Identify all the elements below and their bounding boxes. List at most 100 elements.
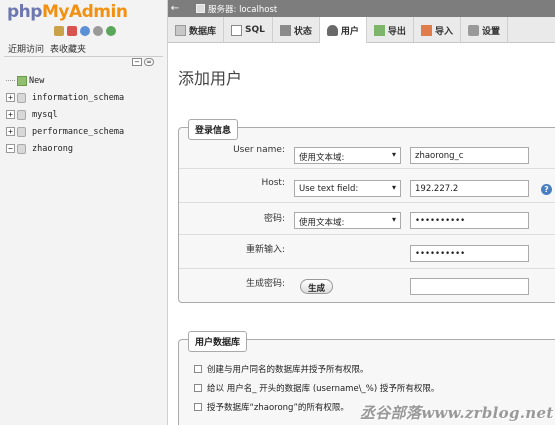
users-icon	[326, 24, 338, 36]
repeat-password-input[interactable]: ••••••••••	[410, 245, 529, 262]
collapse-icon[interactable]: −	[6, 144, 15, 153]
dropdown-arrow-icon: ▾	[391, 183, 396, 192]
tab-sql[interactable]: SQL	[224, 17, 273, 43]
tab-label: 导入	[434, 26, 453, 37]
tree-item-label[interactable]: New	[29, 76, 44, 86]
option-create-db[interactable]: 创建与用户同名的数据库并授予所有权限。	[194, 363, 369, 375]
collapse-all-icon[interactable]: −	[132, 58, 142, 66]
server-name[interactable]: 服务器: localhost	[208, 3, 277, 15]
host-type-select[interactable]: Use text field: ▾	[294, 180, 401, 197]
server-breadcrumb-bar: ← 服务器: localhost	[168, 0, 555, 17]
checkbox[interactable]	[194, 384, 202, 392]
home-icon[interactable]	[54, 26, 64, 36]
status-icon	[279, 24, 291, 36]
password-type-select[interactable]: 使用文本域: ▾	[294, 212, 401, 229]
option-label: 创建与用户同名的数据库并授予所有权限。	[207, 365, 369, 375]
export-icon	[373, 24, 385, 36]
tab-label: 状态	[293, 26, 312, 37]
expand-icon[interactable]: +	[6, 110, 15, 119]
tab-import[interactable]: 导入	[414, 17, 461, 43]
select-value: 使用文本域:	[299, 153, 345, 163]
watermark: 丞谷部落www.zrblog.net	[360, 404, 554, 422]
login-info-fieldset: 登录信息 User name: 使用文本域: ▾ zhaorong_c Host:…	[178, 119, 555, 303]
docs-icon[interactable]	[80, 26, 90, 36]
tab-export[interactable]: 导出	[367, 17, 414, 43]
host-label: Host:	[261, 178, 285, 188]
settings-icon[interactable]	[93, 26, 103, 36]
tree-item-label[interactable]: performance_schema	[32, 127, 124, 137]
checkbox[interactable]	[194, 403, 202, 411]
option-grant-zhaorong[interactable]: 授予数据库“zhaorong”的所有权限。	[194, 401, 349, 413]
expand-icon[interactable]: +	[6, 127, 15, 136]
generate-password-button[interactable]: 生成	[300, 279, 334, 294]
divider	[4, 56, 163, 57]
tab-label: 数据库	[189, 26, 217, 37]
tab-favorites[interactable]: 表收藏夹	[50, 42, 86, 55]
password-input[interactable]: ••••••••••	[410, 212, 529, 229]
tab-label: 导出	[387, 26, 406, 37]
generate-password-label: 生成密码:	[245, 279, 285, 289]
tree-item-label[interactable]: zhaorong	[32, 144, 73, 154]
import-icon	[420, 24, 432, 36]
tab-status[interactable]: 状态	[273, 17, 320, 43]
tree-connector	[6, 80, 15, 81]
new-database-icon	[17, 75, 27, 86]
wrench-icon	[467, 24, 479, 36]
tab-label: 用户	[340, 26, 359, 37]
navigation-sidebar: phpMyAdmin 近期访问 表收藏夹 − ∞ New + informati…	[0, 0, 168, 425]
user-name-input[interactable]: zhaorong_c	[410, 147, 529, 164]
dropdown-arrow-icon: ▾	[391, 150, 396, 159]
divider	[179, 234, 555, 235]
help-icon[interactable]: ?	[541, 184, 552, 195]
sidebar-tabs: 近期访问 表收藏夹	[8, 42, 86, 55]
sql-icon	[231, 24, 243, 36]
select-value: Use text field:	[299, 184, 359, 194]
back-arrow-icon[interactable]: ←	[168, 3, 182, 14]
tab-databases[interactable]: 数据库	[168, 17, 225, 43]
dropdown-arrow-icon: ▾	[391, 215, 396, 224]
tree-item-label[interactable]: information_schema	[32, 93, 124, 103]
option-label: 给以 用户名_ 开头的数据库 (username\_%) 授予所有权限。	[207, 384, 440, 394]
quick-icons	[54, 26, 116, 36]
database-tree: New + information_schema + mysql + perfo…	[6, 72, 166, 157]
divider	[179, 168, 555, 169]
database-icon	[175, 24, 186, 36]
tree-controls: − ∞	[132, 58, 154, 66]
database-icon	[17, 92, 26, 103]
host-input[interactable]: 192.227.2	[410, 180, 529, 197]
tab-recent[interactable]: 近期访问	[8, 42, 44, 55]
divider	[179, 268, 555, 269]
database-icon	[17, 126, 26, 137]
page-title: 添加用户	[178, 69, 243, 88]
option-wildcard-db[interactable]: 给以 用户名_ 开头的数据库 (username\_%) 授予所有权限。	[194, 382, 439, 394]
user-name-type-select[interactable]: 使用文本域: ▾	[294, 147, 401, 164]
generated-password-input[interactable]	[410, 278, 529, 295]
tree-item-mysql[interactable]: + mysql	[6, 106, 166, 123]
tab-users[interactable]: 用户	[319, 17, 367, 43]
tree-item-new[interactable]: New	[6, 72, 166, 89]
main-content: 添加用户 登录信息 User name: 使用文本域: ▾ zhaorong_c …	[168, 43, 555, 425]
tree-item-performance-schema[interactable]: + performance_schema	[6, 123, 166, 140]
exit-icon[interactable]	[67, 26, 77, 36]
tree-item-zhaorong[interactable]: − zhaorong	[6, 140, 166, 157]
user-database-legend: 用户数据库	[188, 331, 248, 352]
tree-item-label[interactable]: mysql	[32, 110, 58, 120]
database-icon	[17, 109, 26, 120]
reload-icon[interactable]	[106, 26, 116, 36]
tree-item-information-schema[interactable]: + information_schema	[6, 89, 166, 106]
server-icon	[196, 4, 205, 13]
breadcrumb[interactable]: 服务器: localhost	[196, 3, 277, 15]
main-menu: 数据库 SQL 状态 用户 导出 导入 设置	[168, 17, 555, 43]
user-name-label: User name:	[233, 145, 285, 155]
tab-label: SQL	[245, 25, 265, 35]
link-icon[interactable]: ∞	[144, 58, 154, 66]
password-label: 密码:	[263, 214, 285, 224]
divider	[179, 202, 555, 203]
login-info-legend: 登录信息	[188, 119, 239, 140]
option-label: 授予数据库“zhaorong”的所有权限。	[207, 403, 349, 413]
checkbox[interactable]	[194, 365, 202, 373]
database-icon	[17, 143, 26, 154]
expand-icon[interactable]: +	[6, 93, 15, 102]
tab-settings[interactable]: 设置	[461, 17, 508, 43]
phpmyadmin-logo[interactable]: phpMyAdmin	[7, 2, 128, 22]
